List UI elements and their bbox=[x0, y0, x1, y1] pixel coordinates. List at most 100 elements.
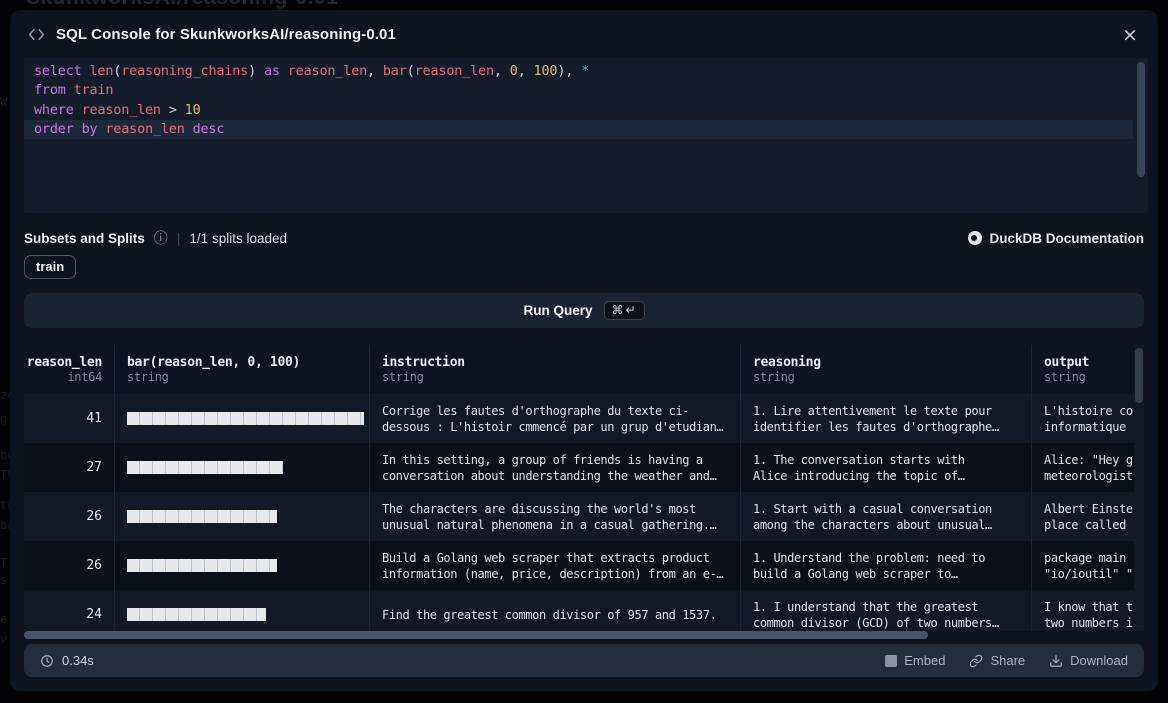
info-icon[interactable]: ⓘ bbox=[154, 231, 168, 245]
bar-visualization bbox=[127, 510, 277, 523]
cell-instruction: The characters are discussing the world'… bbox=[370, 492, 741, 541]
column-header-reasoning: reasoningstring bbox=[741, 345, 1032, 394]
cell-output-text: L'histoire co informatique bbox=[1044, 403, 1132, 435]
results-table: reason_lenint64bar(reason_len, 0, 100)st… bbox=[24, 345, 1144, 639]
modal-title: SQL Console for SkunkworksAI/reasoning-0… bbox=[56, 26, 396, 43]
sql-token: order by bbox=[34, 121, 105, 137]
cell-output: package main "io/ioutil" " bbox=[1032, 541, 1144, 590]
sql-token: reason_len bbox=[82, 102, 169, 118]
sql-token: reason_len bbox=[105, 121, 192, 137]
column-name: bar(reason_len, 0, 100) bbox=[127, 355, 357, 370]
cell-instruction-text: Build a Golang web scraper that extracts… bbox=[382, 550, 728, 582]
sql-token: reason_len bbox=[288, 63, 367, 79]
reason-len-value: 24 bbox=[86, 607, 102, 622]
sql-token: , bbox=[494, 63, 510, 79]
column-header-instruction: instructionstring bbox=[370, 345, 741, 394]
cell-instruction: Build a Golang web scraper that extracts… bbox=[370, 541, 741, 590]
sql-token: desc bbox=[193, 121, 225, 137]
bar-visualization bbox=[127, 412, 364, 425]
sql-console-modal: SQL Console for SkunkworksAI/reasoning-0… bbox=[10, 10, 1158, 691]
cell-bar bbox=[115, 541, 370, 590]
sql-query-editor[interactable]: select len(reasoning_chains) as reason_l… bbox=[24, 58, 1148, 213]
download-label: Download bbox=[1070, 653, 1128, 668]
column-type: string bbox=[382, 370, 728, 384]
sql-token: ), bbox=[557, 63, 581, 79]
sql-token: train bbox=[74, 82, 114, 98]
sql-code-line: select len(reasoning_chains) as reason_l… bbox=[24, 62, 1148, 81]
link-icon bbox=[969, 654, 983, 668]
sql-token: ( bbox=[407, 63, 415, 79]
cell-output-text: package main "io/ioutil" " bbox=[1044, 550, 1132, 582]
column-header-output: outputstring bbox=[1032, 345, 1144, 394]
share-label: Share bbox=[990, 653, 1025, 668]
run-query-label: Run Query bbox=[523, 303, 592, 318]
sql-code-line-active: order by reason_len desc bbox=[24, 120, 1133, 139]
column-name: reason_len bbox=[27, 355, 102, 370]
cell-bar bbox=[115, 590, 370, 631]
cell-output-text: Albert Einste place called bbox=[1044, 501, 1132, 533]
column-name: instruction bbox=[382, 355, 728, 370]
column-header-bar: bar(reason_len, 0, 100)string bbox=[115, 345, 370, 394]
splits-loaded-status: 1/1 splits loaded bbox=[189, 231, 287, 246]
cell-instruction: Corrige les fautes d'orthographe du text… bbox=[370, 394, 741, 443]
cell-reasoning: 1. The conversation starts with Alice in… bbox=[741, 443, 1032, 492]
reason-len-value: 26 bbox=[86, 509, 102, 524]
background-fragment: s bbox=[0, 573, 7, 587]
background-fragment: T bbox=[0, 556, 7, 570]
cell-output-text: I know that t two numbers i bbox=[1044, 599, 1132, 631]
meta-separator: | bbox=[177, 230, 181, 246]
background-fragment: e bbox=[0, 612, 7, 626]
bar-visualization bbox=[127, 461, 283, 474]
embed-button[interactable]: Embed bbox=[885, 653, 945, 668]
cell-reasoning-text: 1. I understand that the greatest common… bbox=[753, 599, 1019, 631]
run-query-button[interactable]: Run Query ⌘↵ bbox=[24, 293, 1144, 328]
horizontal-scrollbar-thumb[interactable] bbox=[24, 631, 928, 639]
embed-label: Embed bbox=[904, 653, 945, 668]
cell-reasoning: 1. Lire attentivement le texte pour iden… bbox=[741, 394, 1032, 443]
sql-token: 0 bbox=[510, 63, 518, 79]
cell-reasoning-text: 1. The conversation starts with Alice in… bbox=[753, 452, 1019, 484]
cell-reason-len: 24 bbox=[24, 590, 115, 631]
sql-token: ) bbox=[248, 63, 264, 79]
split-chip-train[interactable]: train bbox=[24, 255, 76, 279]
sql-token: 100 bbox=[534, 63, 558, 79]
duckdb-documentation-label: DuckDB Documentation bbox=[989, 231, 1144, 246]
code-chevrons-icon bbox=[28, 27, 45, 42]
modal-titlebar: SQL Console for SkunkworksAI/reasoning-0… bbox=[10, 10, 1158, 58]
column-type: string bbox=[1044, 370, 1132, 384]
reason-len-value: 41 bbox=[86, 411, 102, 426]
sql-code-line: from train bbox=[24, 81, 1148, 100]
table-vertical-scrollbar[interactable] bbox=[1134, 345, 1144, 631]
cell-bar bbox=[115, 492, 370, 541]
cell-reason-len: 26 bbox=[24, 492, 115, 541]
duckdb-logo-icon bbox=[968, 231, 982, 245]
table-header-row: reason_lenint64bar(reason_len, 0, 100)st… bbox=[24, 345, 1144, 394]
sql-token: bar bbox=[383, 63, 407, 79]
sql-token: from bbox=[34, 82, 74, 98]
query-duration: 0.34s bbox=[62, 653, 94, 668]
close-icon[interactable]: × bbox=[1118, 23, 1142, 47]
duckdb-documentation-link[interactable]: DuckDB Documentation bbox=[968, 231, 1144, 246]
results-footer: 0.34s Embed Share Download bbox=[24, 644, 1144, 677]
sql-token: where bbox=[34, 102, 82, 118]
sql-code-lines: select len(reasoning_chains) as reason_l… bbox=[24, 62, 1148, 139]
vertical-scrollbar-thumb[interactable] bbox=[1135, 348, 1143, 403]
background-fragment: g bbox=[0, 412, 7, 426]
editor-vertical-scrollbar[interactable] bbox=[1137, 62, 1145, 177]
cell-bar bbox=[115, 443, 370, 492]
download-icon bbox=[1049, 654, 1063, 668]
cell-instruction-text: The characters are discussing the world'… bbox=[382, 501, 728, 533]
sql-token: reason_len bbox=[415, 63, 494, 79]
share-button[interactable]: Share bbox=[969, 653, 1025, 668]
reason-len-value: 27 bbox=[86, 460, 102, 475]
table-horizontal-scrollbar[interactable] bbox=[24, 631, 1144, 639]
download-button[interactable]: Download bbox=[1049, 653, 1128, 668]
bar-visualization bbox=[127, 559, 277, 572]
sql-token: reasoning_chains bbox=[121, 63, 248, 79]
clock-icon bbox=[40, 654, 54, 668]
table-body: 41 Corrige les fautes d'orthographe du te… bbox=[24, 394, 1144, 631]
subsets-splits-title: Subsets and Splits bbox=[24, 231, 145, 246]
sql-token: , bbox=[518, 63, 534, 79]
subsets-meta-row: Subsets and Splits ⓘ | 1/1 splits loaded… bbox=[24, 227, 1144, 249]
sql-token: , bbox=[367, 63, 383, 79]
